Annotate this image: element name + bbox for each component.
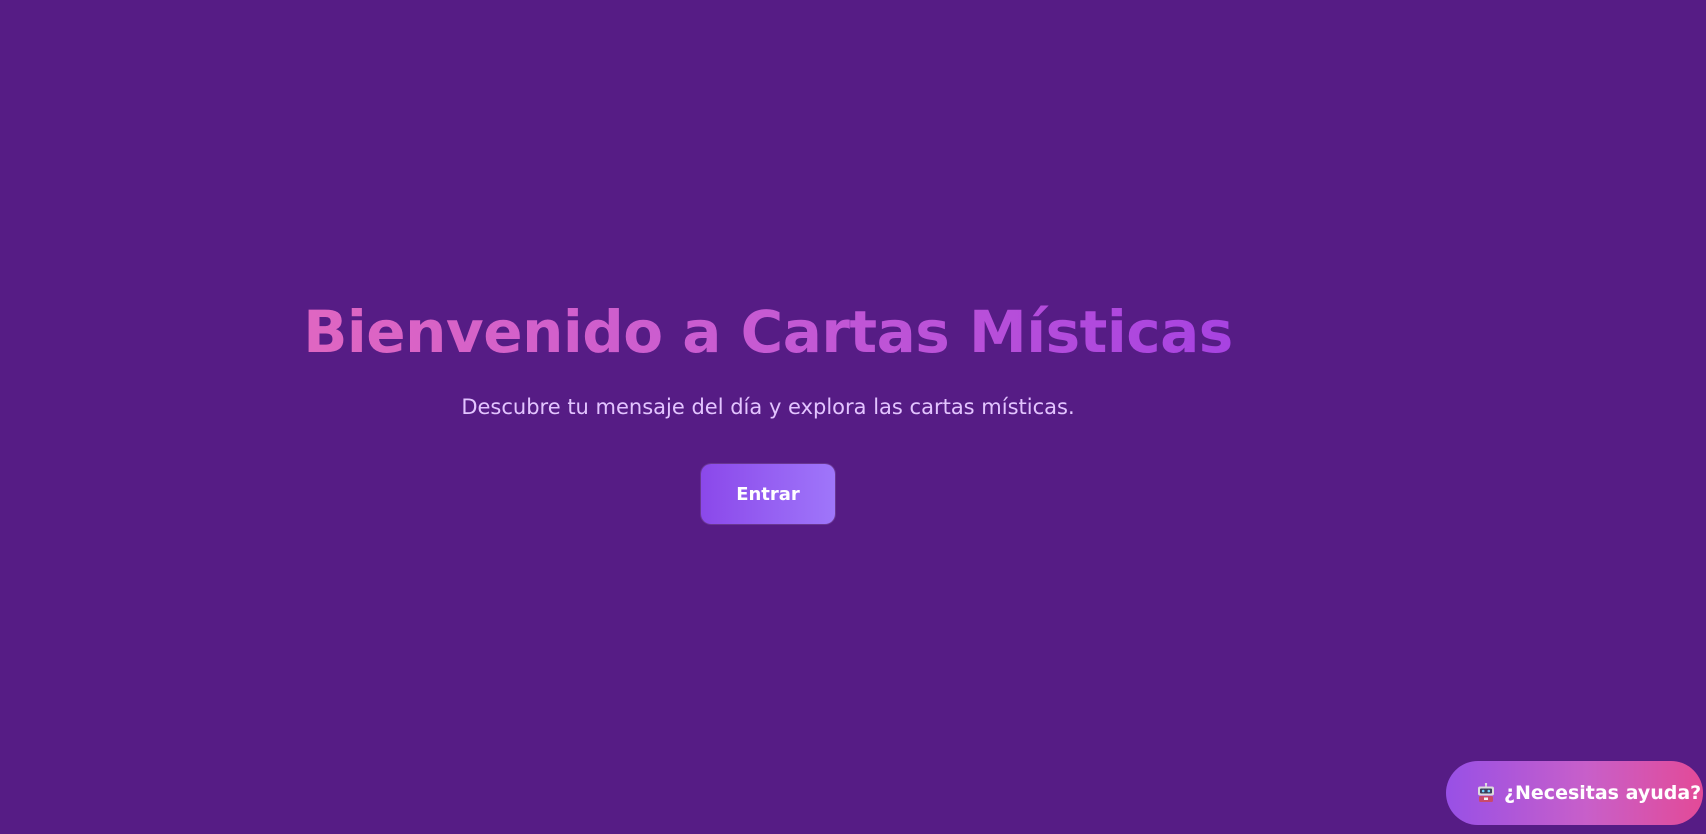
hero-section: Bienvenido a Cartas Místicas Descubre tu… bbox=[0, 0, 1536, 834]
enter-button[interactable]: Entrar bbox=[701, 464, 835, 524]
robot-icon bbox=[1476, 783, 1496, 803]
page-title: Bienvenido a Cartas Místicas bbox=[0, 296, 1536, 368]
help-chat-button[interactable]: ¿Necesitas ayuda? bbox=[1446, 761, 1703, 825]
page-subtitle: Descubre tu mensaje del día y explora la… bbox=[461, 395, 1075, 419]
help-label: ¿Necesitas ayuda? bbox=[1504, 782, 1702, 804]
